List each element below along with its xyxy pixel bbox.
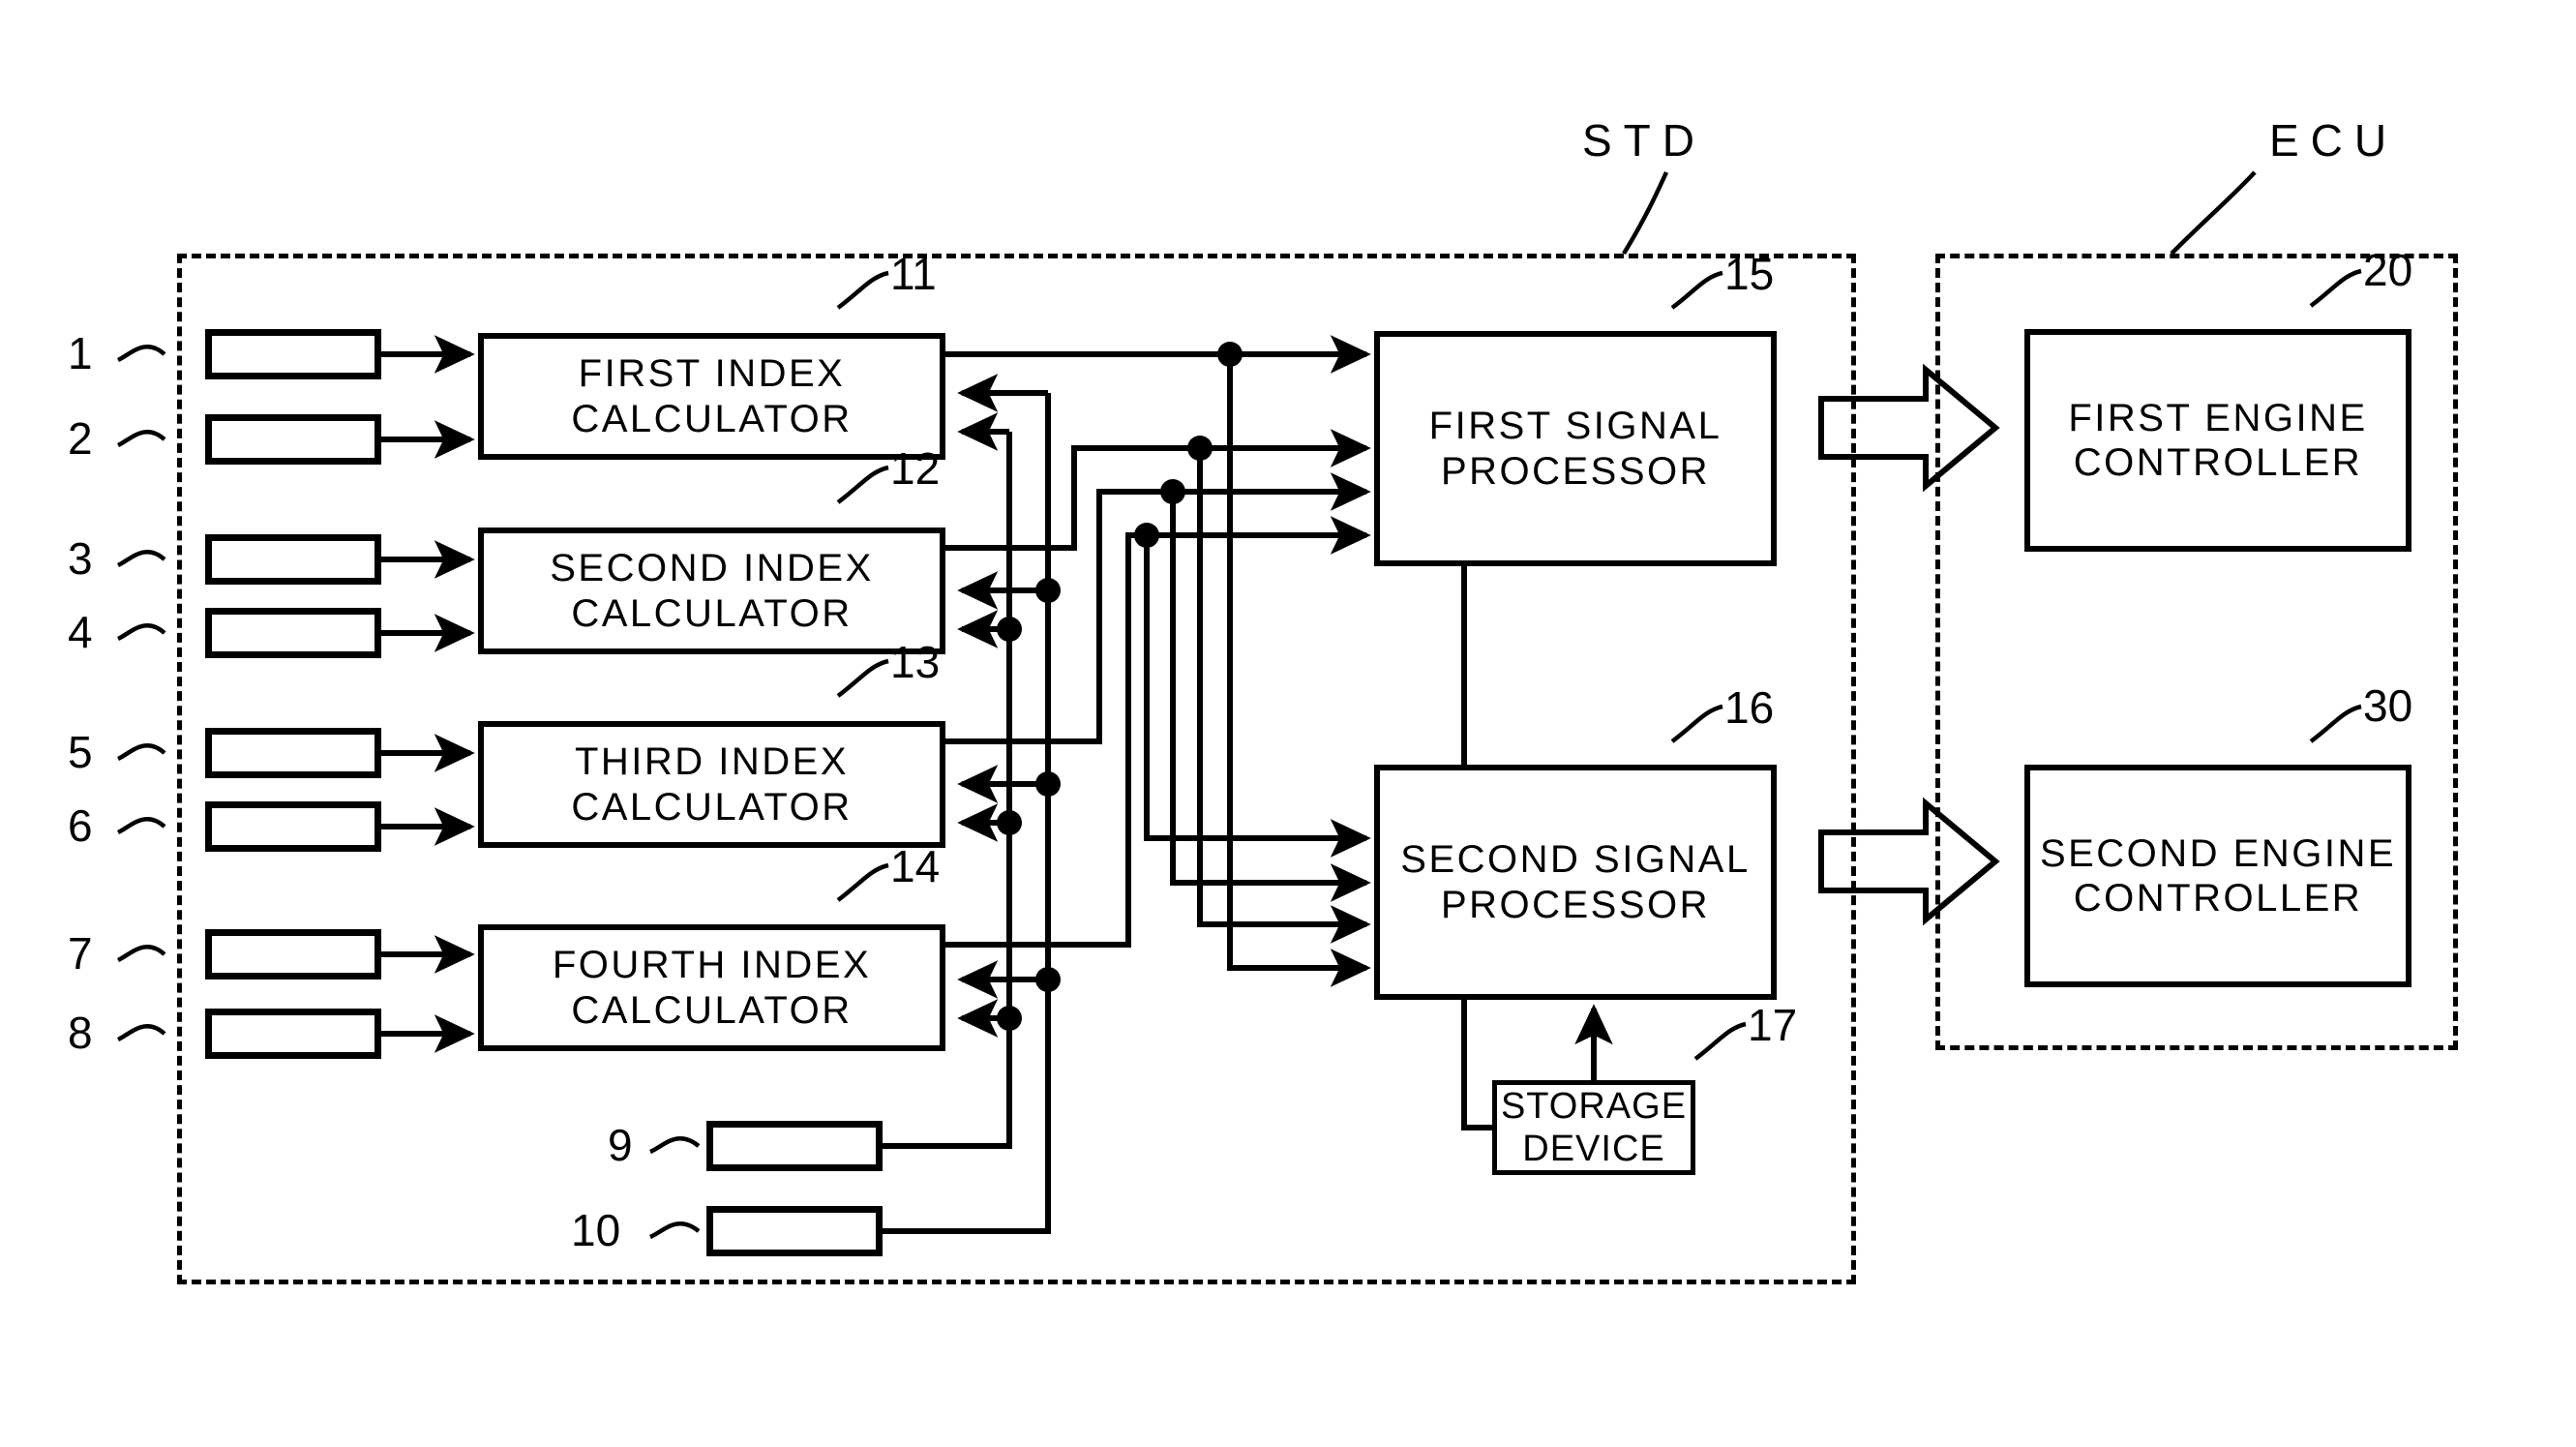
ref-label-12: 12 [890, 443, 941, 494]
block-second-index-calculator[interactable]: SECOND INDEX CALCULATOR [478, 528, 945, 654]
ref-label-15: 15 [1724, 249, 1775, 299]
block-label-line2: PROCESSOR [1440, 883, 1711, 926]
block-first-signal-processor[interactable]: FIRST SIGNAL PROCESSOR [1374, 331, 1777, 566]
block-label-line1: STORAGE [1500, 1085, 1688, 1127]
block-label-line2: CALCULATOR [571, 591, 853, 635]
leader-3 [116, 549, 166, 568]
block-first-engine-controller[interactable]: FIRST ENGINE CONTROLLER [2024, 329, 2411, 552]
ref-label-7: 7 [68, 928, 93, 979]
block-label-line1: SECOND SIGNAL [1400, 838, 1751, 882]
std-group-label: STD [1582, 115, 1706, 166]
block-label-line1: FIRST ENGINE [2068, 396, 2368, 439]
sensor-box-7[interactable] [205, 929, 381, 980]
ref-label-3: 3 [68, 533, 93, 584]
sensor-box-3[interactable] [205, 534, 381, 585]
sensor-box-2[interactable] [205, 414, 381, 465]
ref-label-17: 17 [1748, 1000, 1798, 1050]
block-label-line2: CALCULATOR [571, 988, 853, 1032]
block-label-line2: CONTROLLER [2073, 877, 2363, 919]
ref-label-10: 10 [571, 1205, 621, 1255]
sensor-box-5[interactable] [205, 728, 381, 778]
block-first-index-calculator[interactable]: FIRST INDEX CALCULATOR [478, 333, 945, 460]
ref-label-9: 9 [608, 1120, 633, 1170]
ref-label-20: 20 [2363, 245, 2413, 295]
ref-label-1: 1 [68, 328, 93, 378]
leader-4 [116, 622, 166, 642]
sensor-box-6[interactable] [205, 801, 381, 852]
block-label-line2: CALCULATOR [571, 785, 853, 829]
sensor-box-4[interactable] [205, 608, 381, 658]
block-label-line2: CONTROLLER [2073, 441, 2363, 484]
sensor-box-10[interactable] [706, 1206, 883, 1256]
block-label-line1: FOURTH INDEX [552, 944, 872, 987]
ecu-group-label: ECU [2269, 115, 2399, 166]
block-storage-device[interactable]: STORAGE DEVICE [1492, 1080, 1695, 1175]
sensor-box-8[interactable] [205, 1009, 381, 1059]
block-second-signal-processor[interactable]: SECOND SIGNAL PROCESSOR [1374, 765, 1777, 1000]
block-label-line2: PROCESSOR [1440, 449, 1711, 493]
sensor-box-1[interactable] [205, 329, 381, 379]
leader-std [1622, 171, 1669, 256]
block-label-line1: FIRST SIGNAL [1428, 405, 1722, 448]
ref-label-5: 5 [68, 727, 93, 777]
leader-5 [116, 742, 166, 762]
leader-ecu [2170, 170, 2257, 256]
ref-label-11: 11 [890, 249, 937, 299]
ref-label-6: 6 [68, 800, 93, 851]
leader-8 [116, 1023, 166, 1042]
block-label-line1: FIRST INDEX [578, 352, 846, 396]
block-label-line2: DEVICE [1522, 1129, 1665, 1169]
sensor-box-9[interactable] [706, 1121, 883, 1171]
ref-label-2: 2 [68, 413, 93, 464]
patent-figure-canvas: STD ECU 1 2 3 4 5 6 7 8 9 10 FIRST INDEX… [0, 0, 2576, 1447]
leader-6 [116, 816, 166, 835]
block-fourth-index-calculator[interactable]: FOURTH INDEX CALCULATOR [478, 924, 945, 1051]
block-label-line1: SECOND INDEX [550, 547, 874, 590]
ref-label-8: 8 [68, 1008, 93, 1058]
ref-label-13: 13 [890, 637, 941, 687]
block-label-line1: SECOND ENGINE [2039, 831, 2397, 875]
ref-label-4: 4 [68, 607, 93, 657]
ref-label-14: 14 [890, 841, 941, 891]
block-label-line2: CALCULATOR [571, 397, 853, 440]
leader-2 [116, 429, 166, 448]
ref-label-16: 16 [1724, 682, 1775, 733]
leader-7 [116, 944, 166, 963]
block-third-index-calculator[interactable]: THIRD INDEX CALCULATOR [478, 721, 945, 848]
block-label-line1: THIRD INDEX [574, 740, 850, 784]
ref-label-30: 30 [2363, 680, 2413, 731]
leader-1 [116, 344, 166, 363]
block-second-engine-controller[interactable]: SECOND ENGINE CONTROLLER [2024, 765, 2411, 987]
